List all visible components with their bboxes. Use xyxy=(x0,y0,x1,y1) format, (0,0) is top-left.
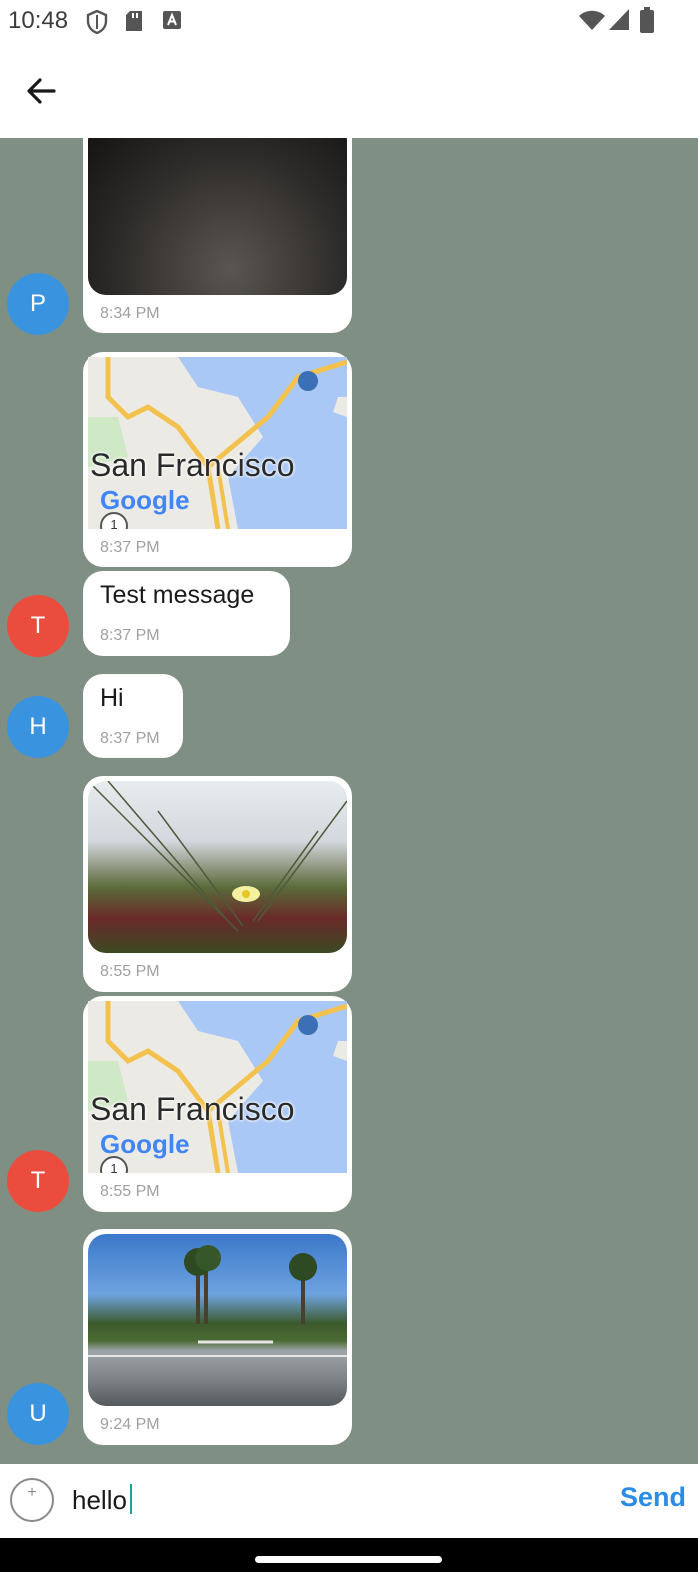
message-time: 8:37 PM xyxy=(100,539,160,556)
text-message[interactable]: Hi 8:37 PM xyxy=(83,674,183,758)
attach-button[interactable]: + xyxy=(10,1478,54,1522)
sd-card-icon xyxy=(126,11,142,31)
map-label: San Francisco xyxy=(90,447,295,483)
image-message[interactable]: 8:34 PM xyxy=(83,138,352,333)
message-list[interactable]: 8:34 PM P San Francisco Google 1 8:37 PM… xyxy=(0,138,698,1464)
message-input[interactable] xyxy=(72,1480,592,1520)
location-message[interactable]: San Francisco Google 1 8:37 PM xyxy=(83,352,352,567)
wifi-icon xyxy=(579,10,605,30)
text-cursor xyxy=(130,1484,132,1514)
status-time: 10:48 xyxy=(8,7,69,34)
flower-photo[interactable] xyxy=(88,781,347,953)
avatar[interactable]: T xyxy=(7,595,69,657)
image-message[interactable]: 8:55 PM xyxy=(83,776,352,992)
message-text: Test message xyxy=(100,581,255,609)
message-time: 8:34 PM xyxy=(100,305,160,322)
app-bar xyxy=(0,42,698,139)
message-composer: + Send xyxy=(0,1464,698,1538)
shield-icon xyxy=(86,10,108,34)
status-bar: 10:48 xyxy=(0,0,698,42)
dark-photo[interactable] xyxy=(88,138,347,295)
map-thumbnail[interactable]: San Francisco Google 1 xyxy=(88,357,347,529)
palm-trees-photo[interactable] xyxy=(88,1234,347,1406)
navigation-bar xyxy=(0,1538,698,1572)
back-button[interactable] xyxy=(20,70,62,112)
text-message[interactable]: Test message 8:37 PM xyxy=(83,571,290,656)
avatar[interactable]: P xyxy=(7,273,69,335)
font-a-icon xyxy=(163,11,181,29)
home-handle[interactable] xyxy=(255,1556,442,1563)
battery-icon xyxy=(640,7,654,33)
message-time: 8:55 PM xyxy=(100,1183,160,1200)
message-time: 8:37 PM xyxy=(100,730,160,747)
image-message[interactable]: 9:24 PM xyxy=(83,1229,352,1445)
message-time: 8:37 PM xyxy=(100,627,160,644)
location-message[interactable]: San Francisco Google 1 8:55 PM xyxy=(83,996,352,1212)
map-thumbnail[interactable]: San Francisco Google 1 xyxy=(88,1001,347,1173)
message-time: 8:55 PM xyxy=(100,963,160,980)
signal-icon xyxy=(609,9,629,30)
map-label: San Francisco xyxy=(90,1091,295,1127)
message-text: Hi xyxy=(100,684,124,712)
arrow-left-icon xyxy=(27,78,56,104)
avatar[interactable]: H xyxy=(7,696,69,758)
avatar[interactable]: T xyxy=(7,1150,69,1212)
message-time: 9:24 PM xyxy=(100,1416,160,1433)
send-button[interactable]: Send xyxy=(620,1482,686,1513)
avatar[interactable]: U xyxy=(7,1383,69,1445)
